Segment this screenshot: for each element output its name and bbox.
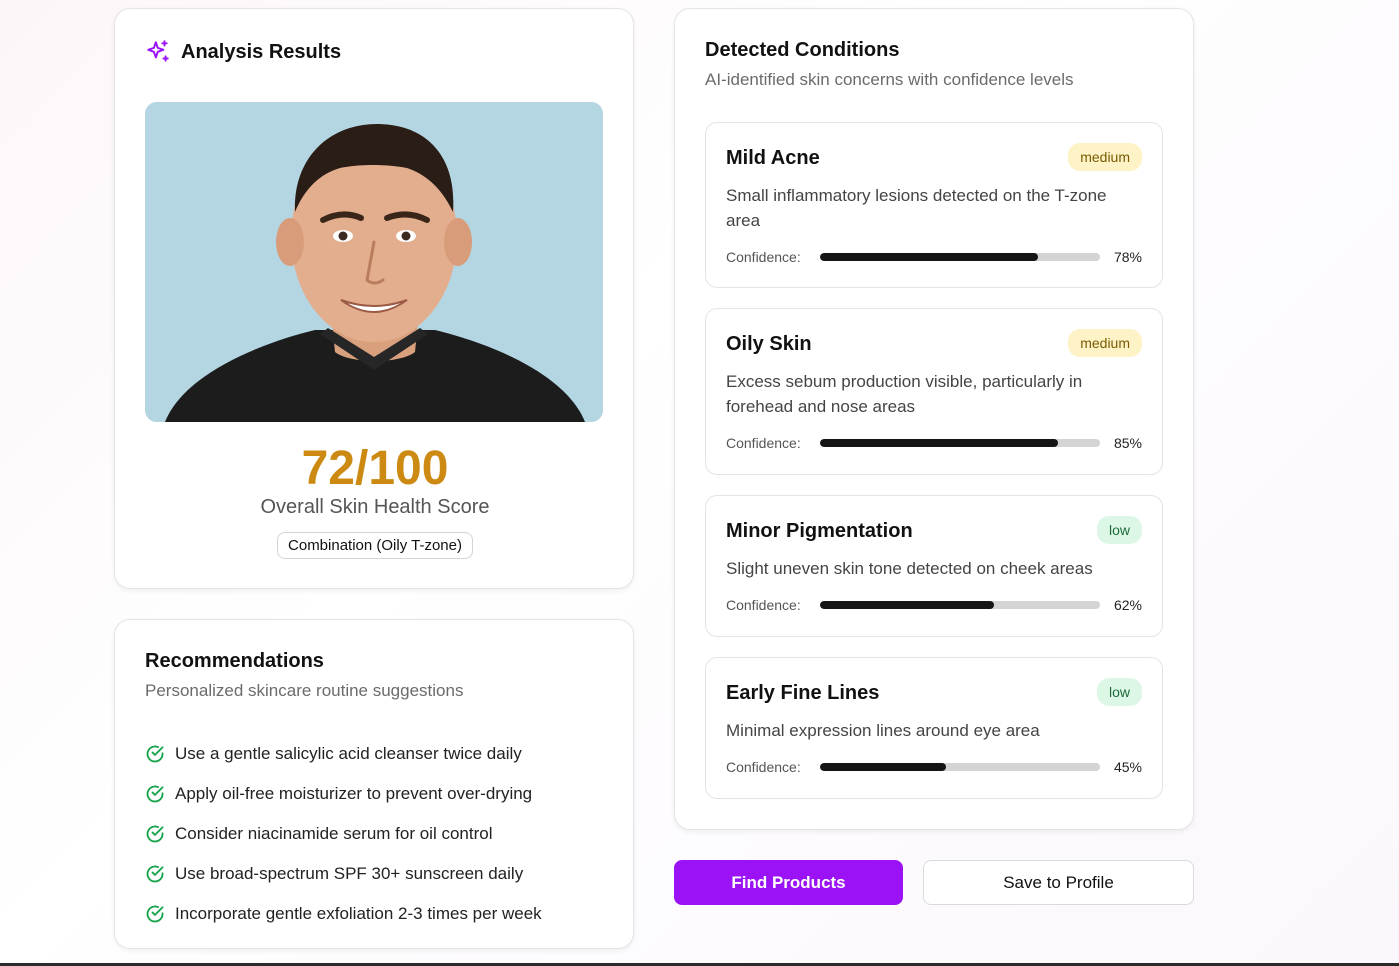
confidence-label: Confidence: (726, 435, 801, 451)
list-item: Use a gentle salicylic acid cleanser twi… (145, 734, 542, 774)
condition-description: Excess sebum production visible, particu… (726, 372, 1083, 416)
conditions-title: Detected Conditions (705, 39, 900, 61)
recommendations-title: Recommendations (145, 650, 324, 672)
confidence-label: Confidence: (726, 249, 801, 265)
detected-conditions-card: Detected Conditions AI-identified skin c… (674, 8, 1194, 830)
skin-health-score: 72/100 (301, 442, 449, 495)
severity-badge: low (1096, 516, 1142, 544)
face-photo (145, 102, 603, 422)
confidence-value: 62% (1113, 597, 1142, 613)
confidence-row: Confidence: 45% (726, 759, 1142, 775)
skin-type-badge: Combination (Oily T-zone) (277, 532, 473, 559)
condition-item-minor-pigmentation: Minor Pigmentation low Slight uneven ski… (705, 495, 1163, 637)
condition-description: Small inflammatory lesions detected on t… (726, 186, 1107, 230)
confidence-bar (820, 253, 1100, 261)
recommendation-text: Use a gentle salicylic acid cleanser twi… (175, 744, 522, 763)
confidence-label: Confidence: (726, 759, 801, 775)
condition-name: Early Fine Lines (726, 682, 880, 704)
confidence-bar-fill (820, 253, 1039, 261)
recommendation-text: Incorporate gentle exfoliation 2-3 times… (175, 904, 542, 923)
list-item: Incorporate gentle exfoliation 2-3 times… (145, 894, 542, 934)
analysis-header: Analysis Results (145, 39, 341, 65)
condition-item-early-fine-lines: Early Fine Lines low Minimal expression … (705, 657, 1163, 799)
list-item: Apply oil-free moisturizer to prevent ov… (145, 774, 542, 814)
skin-type-wrapper: Combination (Oily T-zone) (115, 532, 635, 559)
confidence-row: Confidence: 62% (726, 597, 1142, 613)
check-circle-icon (146, 825, 164, 843)
confidence-bar-fill (820, 763, 946, 771)
confidence-bar (820, 439, 1100, 447)
save-to-profile-button[interactable]: Save to Profile (923, 860, 1194, 905)
confidence-row: Confidence: 85% (726, 435, 1142, 451)
analysis-title: Analysis Results (181, 40, 342, 63)
severity-badge: low (1096, 678, 1142, 706)
confidence-value: 45% (1113, 759, 1142, 775)
check-circle-icon (146, 785, 164, 803)
confidence-label: Confidence: (726, 597, 801, 613)
check-circle-icon (146, 905, 164, 923)
recommendations-card: Recommendations Personalized skincare ro… (114, 619, 634, 949)
conditions-subtitle: AI-identified skin concerns with confide… (705, 70, 1074, 89)
severity-badge: medium (1068, 143, 1142, 171)
recommendation-text: Use broad-spectrum SPF 30+ sunscreen dai… (175, 864, 524, 883)
sparkles-icon (147, 40, 169, 62)
condition-name: Oily Skin (726, 333, 812, 355)
condition-item-mild-acne: Mild Acne medium Small inflammatory lesi… (705, 122, 1163, 288)
find-products-button[interactable]: Find Products (674, 860, 903, 905)
recommendations-list: Use a gentle salicylic acid cleanser twi… (145, 734, 542, 934)
condition-item-oily-skin: Oily Skin medium Excess sebum production… (705, 308, 1163, 475)
recommendation-text: Consider niacinamide serum for oil contr… (175, 824, 493, 843)
condition-description: Minimal expression lines around eye area (726, 721, 1040, 740)
severity-badge: medium (1068, 329, 1142, 357)
list-item: Use broad-spectrum SPF 30+ sunscreen dai… (145, 854, 542, 894)
confidence-bar-fill (820, 601, 994, 609)
score-label: Overall Skin Health Score (260, 496, 490, 518)
condition-name: Minor Pigmentation (726, 520, 913, 542)
confidence-value: 78% (1113, 249, 1142, 265)
recommendation-text: Apply oil-free moisturizer to prevent ov… (175, 784, 533, 803)
condition-description: Slight uneven skin tone detected on chee… (726, 559, 1093, 578)
confidence-bar (820, 763, 1100, 771)
list-item: Consider niacinamide serum for oil contr… (145, 814, 542, 854)
confidence-row: Confidence: 78% (726, 249, 1142, 265)
confidence-bar (820, 601, 1100, 609)
confidence-value: 85% (1113, 435, 1142, 451)
check-circle-icon (146, 745, 164, 763)
check-circle-icon (146, 865, 164, 883)
analysis-results-card: Analysis Results 72/100 Overall Skin Hea… (114, 8, 634, 589)
recommendations-subtitle: Personalized skincare routine suggestion… (145, 681, 464, 700)
confidence-bar-fill (820, 439, 1058, 447)
condition-name: Mild Acne (726, 147, 820, 169)
